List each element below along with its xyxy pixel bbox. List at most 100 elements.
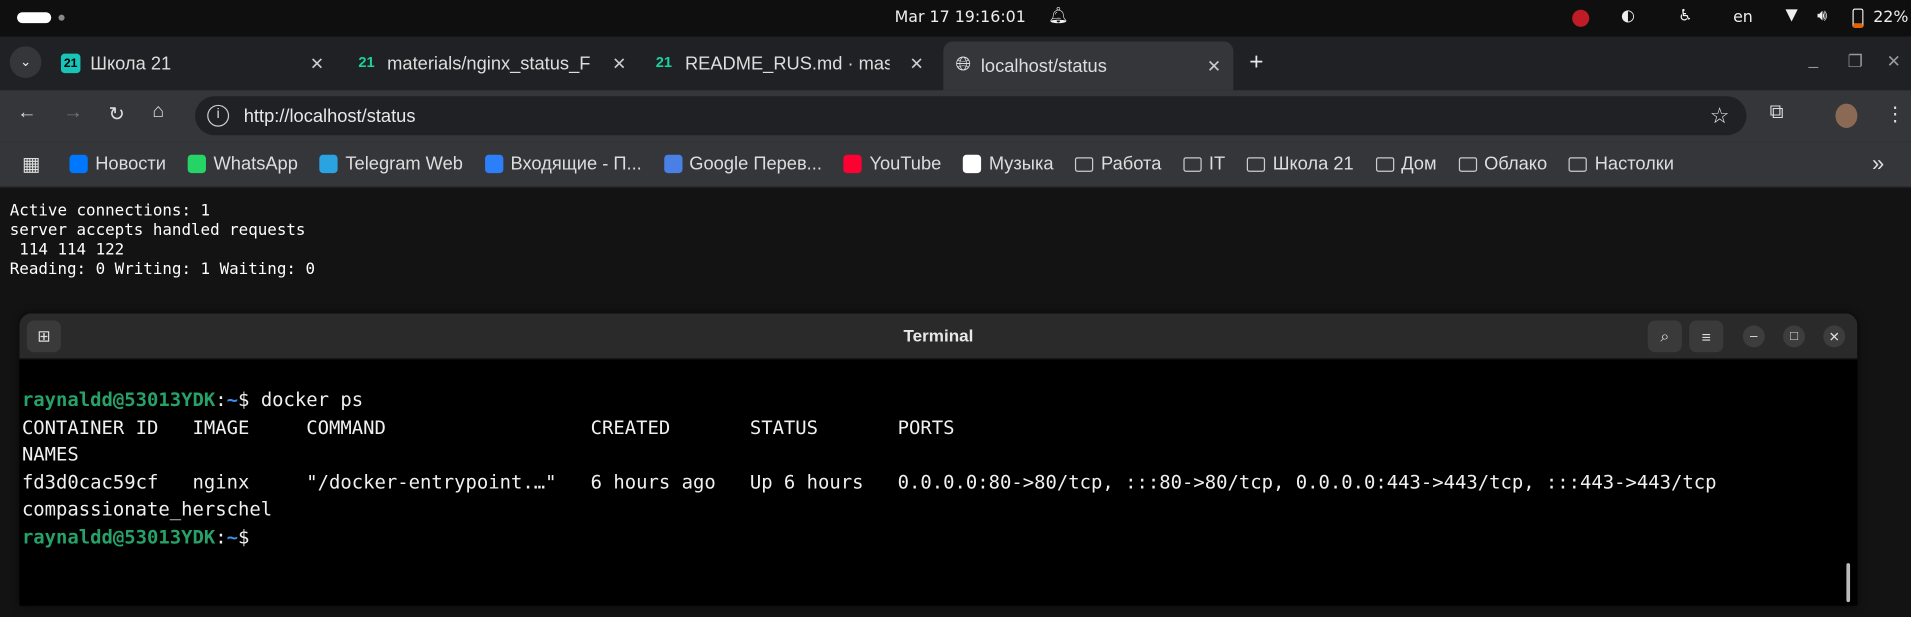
bookmark-label: Работа xyxy=(1101,153,1162,175)
bookmark-star-icon[interactable]: ☆ xyxy=(1710,103,1730,129)
prompt-line: raynaldd@53013YDK:~$ docker ps xyxy=(21,388,364,411)
whatsapp-icon xyxy=(187,154,207,174)
bookmark-item[interactable]: YouTube xyxy=(843,153,942,175)
search-icon[interactable]: ⌕ xyxy=(1647,320,1682,353)
tab-school21[interactable]: 21 Школа 21 ✕ xyxy=(49,44,337,83)
bookmark-item[interactable]: Работа xyxy=(1075,153,1162,175)
recording-icon[interactable] xyxy=(1572,9,1590,27)
bookmark-label: Входящие - П... xyxy=(510,153,642,175)
site-info-icon[interactable]: i xyxy=(207,104,230,127)
bookmark-item[interactable]: Google Перев... xyxy=(663,154,822,174)
folder-icon xyxy=(1375,156,1394,172)
accessibility-icon[interactable]: ♿︎ xyxy=(1678,7,1692,25)
tab-search-chevron-icon[interactable]: ⌄ xyxy=(9,46,42,78)
vk-icon xyxy=(69,154,88,174)
school21-favicon-icon: 21 xyxy=(60,53,81,74)
tab-title: materials/nginx_status_F xyxy=(387,53,591,74)
url-input[interactable]: http://localhost/status xyxy=(244,105,416,126)
notification-bell-icon: 🔔︎ xyxy=(1048,7,1069,26)
bookmark-item[interactable]: Входящие - П... xyxy=(484,153,642,175)
bookmark-item[interactable]: Музыка xyxy=(963,153,1054,175)
tab-localhost-status[interactable]: 🌐︎ localhost/status ✕ xyxy=(943,41,1234,91)
folder-icon xyxy=(1247,156,1266,172)
forward-arrow-icon[interactable]: → xyxy=(63,102,83,124)
tab-nginx-status[interactable]: 21 materials/nginx_status_F ✕ xyxy=(346,44,639,83)
bookmark-label: Дом xyxy=(1401,153,1437,175)
night-light-icon[interactable]: ◐ xyxy=(1621,7,1635,25)
minimize-icon[interactable]: _ xyxy=(1809,49,1819,69)
bookmark-label: YouTube xyxy=(869,153,942,175)
bookmark-item[interactable]: IT xyxy=(1183,153,1226,175)
bookmark-item[interactable]: Дом xyxy=(1375,153,1437,175)
volume-icon[interactable]: 🔊︎ xyxy=(1817,7,1827,25)
mail-icon xyxy=(484,154,504,174)
bookmark-item[interactable]: Школа 21 xyxy=(1247,154,1354,174)
bookmark-item[interactable]: Настолки xyxy=(1569,153,1675,175)
address-bar[interactable]: i http://localhost/status ☆ xyxy=(195,96,1747,136)
home-icon[interactable]: ⌂ xyxy=(152,101,164,123)
tab-title: localhost/status xyxy=(980,55,1107,77)
table-header: NAMES xyxy=(21,443,79,466)
restore-icon[interactable]: ❐ xyxy=(1848,51,1863,72)
table-header: CONTAINER ID IMAGE COMMAND CREATED STATU… xyxy=(21,416,955,439)
reload-icon[interactable]: ↻ xyxy=(108,102,124,126)
apps-grid-icon[interactable]: ▦ xyxy=(22,152,40,176)
back-arrow-icon[interactable]: ← xyxy=(17,102,37,124)
browser-toolbar: ← → ↻ ⌂ i http://localhost/status ☆ ⧉ ⋮ xyxy=(0,90,1911,142)
workspace-indicator[interactable] xyxy=(17,12,52,24)
more-bookmarks-chevron-icon[interactable]: » xyxy=(1872,151,1884,177)
status-line: Active connections: 1 xyxy=(9,202,211,221)
table-row: fd3d0cac59cf nginx "/docker-entrypoint.…… xyxy=(21,471,1717,494)
prompt-user: raynaldd@53013YDK xyxy=(21,526,216,549)
bookmarks-bar: ▦ Новости WhatsApp Telegram Web Входящие - … xyxy=(0,141,1911,188)
wifi-icon[interactable]: ▼ xyxy=(1785,6,1797,24)
school21-favicon-icon: 21 xyxy=(655,53,672,71)
translate-icon xyxy=(663,154,682,174)
bookmark-item[interactable]: Telegram Web xyxy=(319,153,463,175)
bookmark-label: IT xyxy=(1208,153,1226,175)
profile-avatar[interactable] xyxy=(1835,103,1858,128)
extensions-icon[interactable]: ⧉ xyxy=(1770,102,1784,124)
bookmark-item[interactable]: WhatsApp xyxy=(187,154,298,174)
clock[interactable]: Mar 17 19:16:01 xyxy=(895,9,1026,27)
terminal-titlebar[interactable]: ⊞ Terminal ⌕ ≡ – □ ✕ xyxy=(19,313,1858,360)
table-row: compassionate_herschel xyxy=(21,498,273,521)
menu-kebab-icon[interactable]: ⋮ xyxy=(1885,102,1905,126)
status-line: server accepts handled requests xyxy=(9,221,306,241)
globe-icon: 🌐︎ xyxy=(955,54,972,76)
tab-close-icon[interactable]: ✕ xyxy=(1207,55,1221,76)
tab-strip: ⌄ 21 Школа 21 ✕ 21 materials/nginx_status_F… xyxy=(0,36,1911,91)
tab-title: README_RUS.md · maste xyxy=(684,53,890,74)
bookmark-item[interactable]: Новости xyxy=(69,154,166,174)
bookmark-item[interactable]: Облако xyxy=(1458,154,1547,174)
bookmark-label: Telegram Web xyxy=(345,153,463,175)
tab-close-icon[interactable]: ✕ xyxy=(310,53,324,74)
telegram-icon xyxy=(319,154,339,174)
terminal-output[interactable]: raynaldd@53013YDK:~$ docker ps CONTAINER … xyxy=(20,360,1858,552)
tab-readme[interactable]: 21 README_RUS.md · maste ✕ xyxy=(644,44,937,83)
tab-close-icon[interactable]: ✕ xyxy=(612,53,626,74)
command-text: docker ps xyxy=(260,388,364,411)
nginx-status-output: Active connections: 1 server accepts hand… xyxy=(10,202,315,280)
keyboard-layout[interactable]: en xyxy=(1733,9,1753,27)
status-line: 114 114 122 xyxy=(9,241,125,260)
school21-favicon-icon: 21 xyxy=(358,53,375,71)
terminal-window[interactable]: ⊞ Terminal ⌕ ≡ – □ ✕ raynaldd@53013YDK:~… xyxy=(19,313,1858,606)
hamburger-menu-icon[interactable]: ≡ xyxy=(1689,320,1724,353)
folder-icon xyxy=(1569,156,1588,172)
close-window-icon[interactable]: ✕ xyxy=(1887,51,1901,72)
new-tab-plus-icon[interactable]: + xyxy=(1249,49,1263,77)
workspace-dot[interactable] xyxy=(58,14,65,21)
bookmark-label: Настолки xyxy=(1594,153,1675,175)
maximize-icon[interactable]: □ xyxy=(1783,325,1805,348)
music-icon xyxy=(963,154,982,174)
prompt-path: ~ xyxy=(226,526,239,549)
terminal-title: Terminal xyxy=(903,325,974,345)
bookmark-label: Музыка xyxy=(988,153,1054,175)
battery-icon[interactable] xyxy=(1852,8,1864,29)
tab-close-icon[interactable]: ✕ xyxy=(910,53,924,74)
scrollbar[interactable] xyxy=(1846,563,1851,603)
minimize-icon[interactable]: – xyxy=(1742,325,1765,348)
system-top-bar: Mar 17 19:16:01 🔔︎ ◐ ♿︎ en ▼ 🔊︎ 22% xyxy=(0,0,1911,37)
close-icon[interactable]: ✕ xyxy=(1823,325,1846,348)
